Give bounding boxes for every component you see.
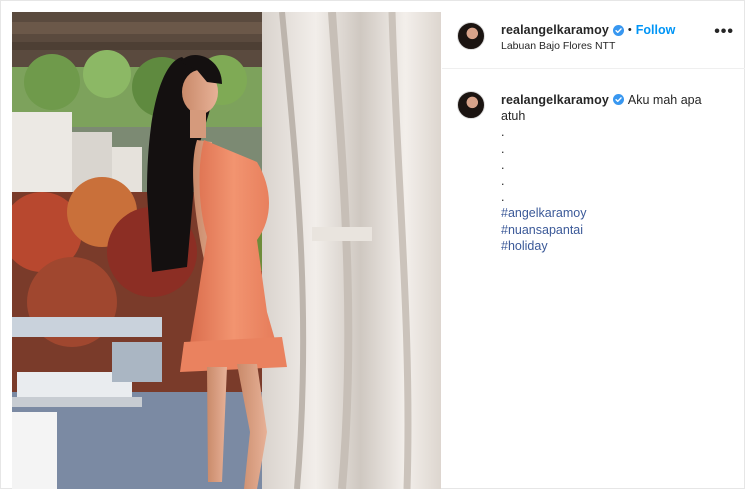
post-location[interactable]: Labuan Bajo Flores NTT <box>501 40 615 52</box>
follow-button[interactable]: Follow <box>636 23 676 37</box>
caption-dot-line: . <box>501 190 505 205</box>
hashtag-link[interactable]: #nuansapantai <box>501 222 736 238</box>
post-photo-illustration <box>12 12 441 489</box>
separator-dot: • <box>627 24 632 36</box>
caption-first-line: realangelkaramoy Aku mah apa <box>501 92 736 108</box>
author-line: realangelkaramoy • Follow <box>501 23 675 37</box>
verified-badge-icon <box>612 94 624 105</box>
post-photo[interactable] <box>12 12 441 489</box>
caption-body-start: Aku mah apa <box>627 93 702 107</box>
more-options-icon[interactable]: ••• <box>714 23 734 41</box>
post-side-panel: realangelkaramoy • Follow Labuan Bajo Fl… <box>442 12 745 489</box>
caption-body-continuation: atuh <box>501 109 526 124</box>
instagram-post-frame: realangelkaramoy • Follow Labuan Bajo Fl… <box>0 0 745 489</box>
caption-username[interactable]: realangelkaramoy <box>501 93 609 107</box>
caption-dot-line: . <box>501 141 505 156</box>
caption-dot-line: . <box>501 157 505 172</box>
author-username[interactable]: realangelkaramoy <box>501 23 609 37</box>
author-avatar[interactable] <box>457 22 485 50</box>
caption-dot-line: . <box>501 125 505 140</box>
verified-badge-icon <box>612 24 624 36</box>
hashtag-link[interactable]: #angelkaramoy <box>501 205 736 221</box>
caption-dot-line: . <box>501 174 505 189</box>
caption-text: realangelkaramoy Aku mah apa atuh . . . .… <box>501 92 736 254</box>
post-header: realangelkaramoy • Follow Labuan Bajo Fl… <box>442 12 745 69</box>
hashtag-link[interactable]: #holiday <box>501 238 736 254</box>
caption-avatar[interactable] <box>457 91 485 119</box>
